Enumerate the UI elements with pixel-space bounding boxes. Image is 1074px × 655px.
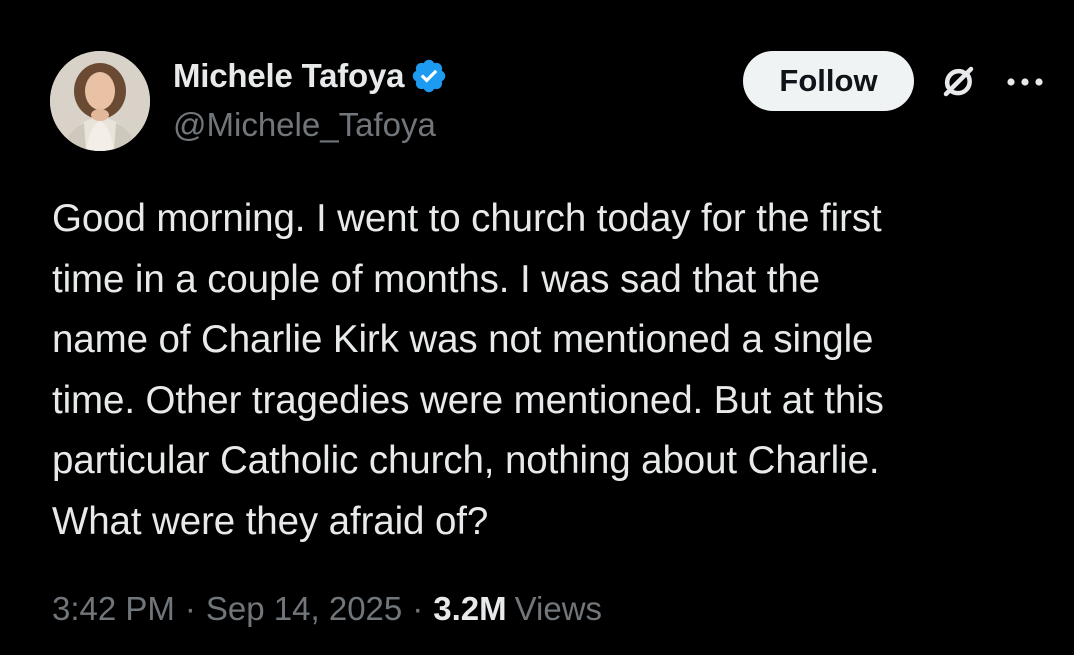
tweet-text: Good morning. I went to church today for… [52, 197, 884, 543]
avatar[interactable] [50, 51, 150, 151]
more-horizontal-icon[interactable] [1003, 70, 1047, 94]
tweet-card: Michele Tafoya @Michele_Tafoya Follow Go… [0, 0, 1074, 655]
author-display-name[interactable]: Michele Tafoya [173, 57, 405, 95]
views-count[interactable]: 3.2M [433, 590, 506, 628]
tweet-meta: 3:42 PM · Sep 14, 2025 · 3.2M Views [52, 590, 602, 628]
grok-icon[interactable] [935, 60, 981, 106]
meta-separator: · [412, 590, 424, 627]
tweet-date[interactable]: Sep 14, 2025 [206, 590, 402, 628]
meta-separator: · [184, 590, 196, 627]
verified-badge-icon[interactable] [410, 57, 448, 95]
profile-photo-icon [50, 51, 150, 151]
follow-button[interactable]: Follow [743, 51, 914, 111]
author-handle[interactable]: @Michele_Tafoya [173, 106, 436, 144]
views-label[interactable]: Views [515, 590, 602, 628]
author-name-row: Michele Tafoya [173, 56, 448, 96]
tweet-time[interactable]: 3:42 PM [52, 590, 175, 628]
